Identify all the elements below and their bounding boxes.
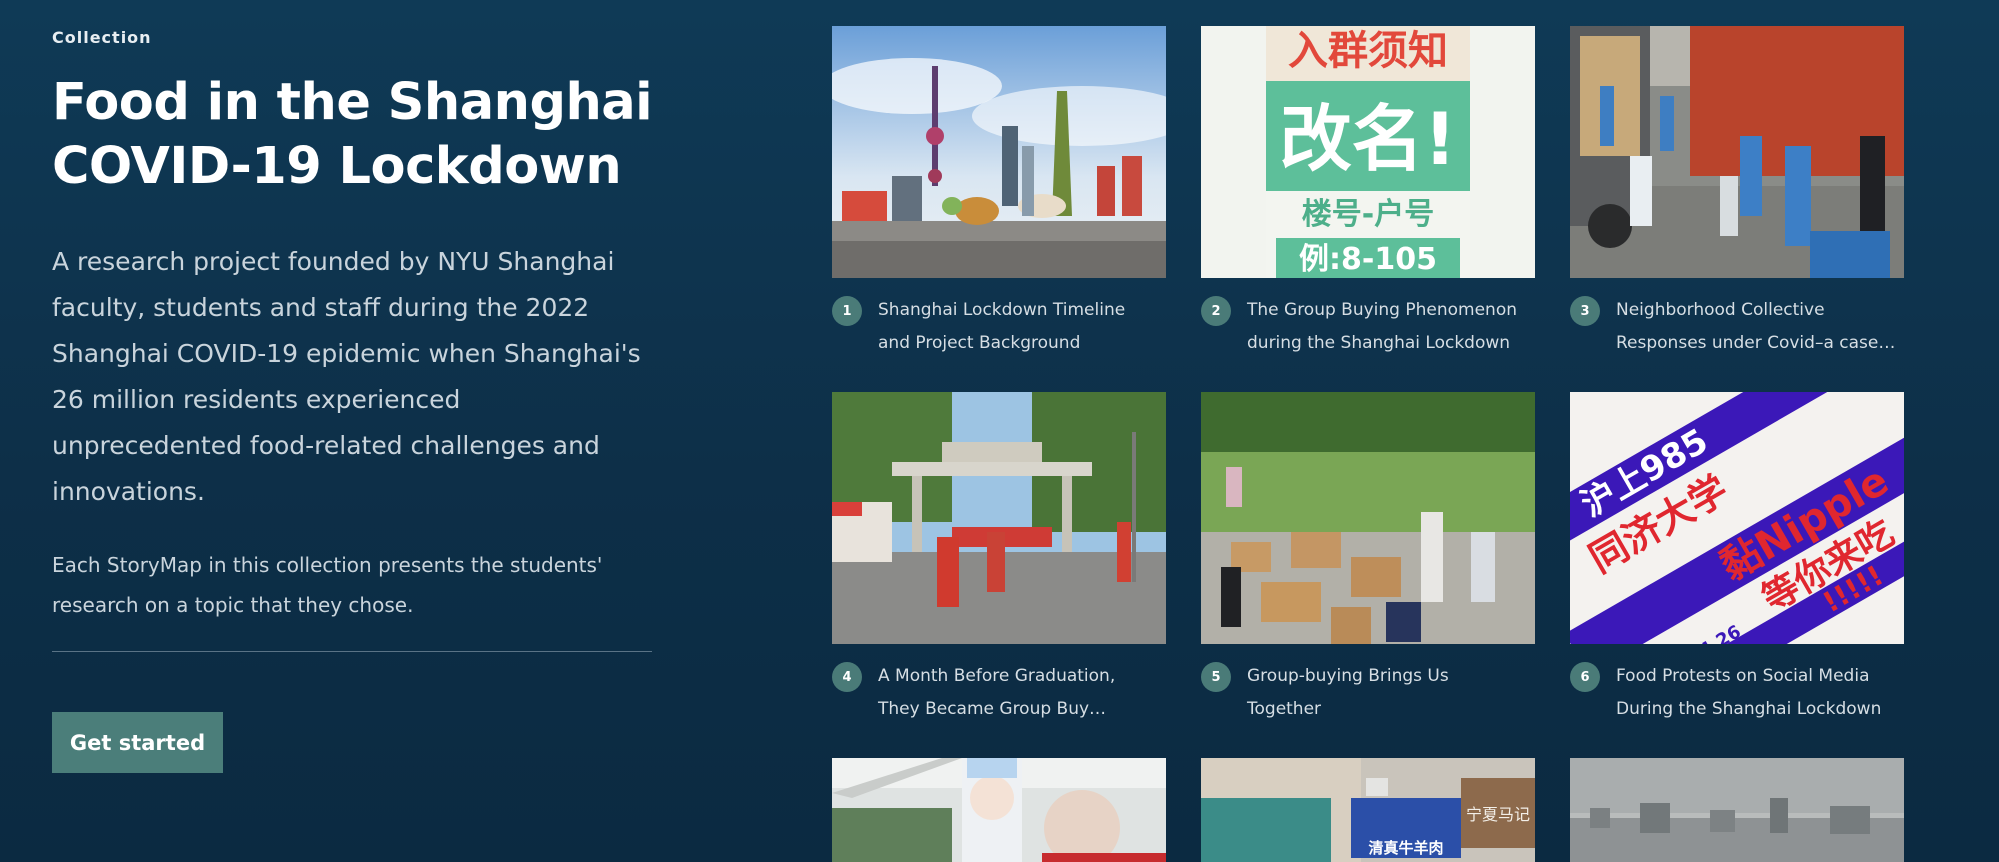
shopfront-image: 清真牛羊肉 宁夏马记 [1201,758,1535,862]
story-title[interactable]: A Month Before Graduation, They Became G… [878,660,1158,726]
poster-image: 入群须知 改名! 楼号-户号 例:8-105 [1201,26,1535,278]
story-thumbnail[interactable] [1570,26,1904,278]
truck-image [1570,26,1904,278]
story-caption: 3 Neighborhood Collective Responses unde… [1570,294,1904,360]
story-number-badge: 2 [1201,296,1231,326]
story-card-7[interactable] [832,758,1166,862]
collection-eyebrow: Collection [52,28,152,47]
story-number-badge: 4 [832,662,862,692]
story-card-2[interactable]: 入群须知 改名! 楼号-户号 例:8-105 2 The Group Buyin… [1201,26,1535,360]
collection-subdescription: Each StoryMap in this collection present… [52,553,603,617]
story-caption: 1 Shanghai Lockdown Timeline and Project… [832,294,1166,360]
story-card-3[interactable]: 3 Neighborhood Collective Responses unde… [1570,26,1904,360]
story-caption: 2 The Group Buying Phenomenon during the… [1201,294,1535,360]
story-title[interactable]: The Group Buying Phenomenon during the S… [1247,294,1527,360]
story-thumbnail[interactable]: 入群须知 改名! 楼号-户号 例:8-105 [1201,26,1535,278]
story-title[interactable]: Neighborhood Collective Responses under … [1616,294,1896,360]
get-started-button[interactable]: Get started [52,712,223,773]
story-thumbnail[interactable]: 沪上985 同济大学 黏Nipple 等你来吃 !!!!! 时间04.26 [1570,392,1904,644]
poster-top-text: 入群须知 [1288,28,1448,74]
poster-mid-text: 改名! [1280,97,1457,181]
story-caption: 4 A Month Before Graduation, They Became… [832,660,1166,726]
story-caption: 5 Group-buying Brings Us Together [1201,660,1535,726]
story-number-badge: 6 [1570,662,1600,692]
medical-worker-image [832,758,1166,862]
shop-sign1: 宁夏马记 [1466,805,1530,824]
story-thumbnail[interactable]: 清真牛羊肉 宁夏马记 [1201,758,1535,862]
story-title[interactable]: Shanghai Lockdown Timeline and Project B… [878,294,1158,360]
story-number-badge: 3 [1570,296,1600,326]
story-card-8[interactable]: 清真牛羊肉 宁夏马记 [1201,758,1535,862]
protest-graphic-image: 沪上985 同济大学 黏Nipple 等你来吃 !!!!! 时间04.26 [1570,392,1904,644]
story-thumbnail[interactable] [1201,392,1535,644]
story-thumbnail[interactable] [832,392,1166,644]
divider [52,651,652,652]
poster-line1-text: 楼号-户号 [1302,197,1434,232]
story-card-5[interactable]: 5 Group-buying Brings Us Together [1201,392,1535,726]
collection-intro: Collection Food in the Shanghai COVID-19… [52,28,654,625]
lawn-boxes-image [1201,392,1535,644]
story-card-6[interactable]: 沪上985 同济大学 黏Nipple 等你来吃 !!!!! 时间04.26 6 … [1570,392,1904,726]
story-card-4[interactable]: 4 A Month Before Graduation, They Became… [832,392,1166,726]
skyline-image [832,26,1166,278]
story-thumbnail[interactable] [832,758,1166,862]
story-thumbnail[interactable] [1570,758,1904,862]
gate-image [832,392,1166,644]
poster-line2-text: 例:8-105 [1299,242,1437,277]
story-card-9[interactable] [1570,758,1904,862]
story-number-badge: 5 [1201,662,1231,692]
story-title[interactable]: Food Protests on Social Media During the… [1616,660,1896,726]
story-number-badge: 1 [832,296,862,326]
hazy-skyline-image [1570,758,1904,862]
story-title[interactable]: Group-buying Brings Us Together [1247,660,1527,726]
collection-description: A research project founded by NYU Shangh… [52,247,641,506]
story-caption: 6 Food Protests on Social Media During t… [1570,660,1904,726]
shop-sign2: 清真牛羊肉 [1368,839,1443,857]
storymap-collection-page: Collection Food in the Shanghai COVID-19… [0,0,1999,862]
collection-title: Food in the Shanghai COVID-19 Lockdown [52,73,653,196]
story-card-1[interactable]: 1 Shanghai Lockdown Timeline and Project… [832,26,1166,360]
story-thumbnail[interactable] [832,26,1166,278]
